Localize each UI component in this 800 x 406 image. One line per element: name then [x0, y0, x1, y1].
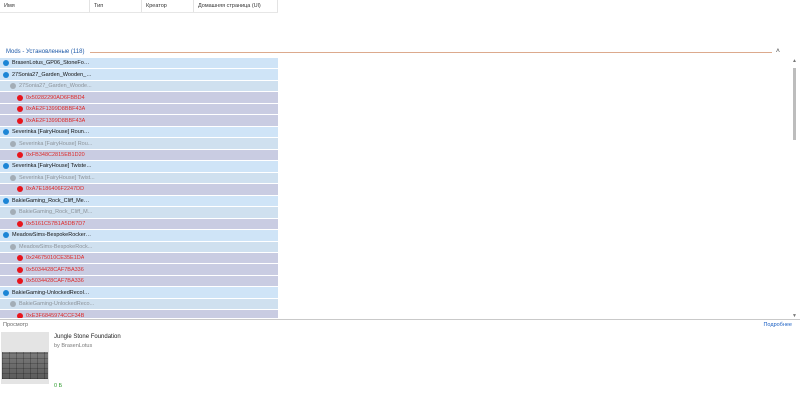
- row-label: BakieGaming_Rock_Cliff_Medi...: [12, 197, 92, 204]
- mod-status-icon: [3, 232, 9, 239]
- row-label: 0xA7E186406F2247DD: [26, 186, 85, 193]
- details-link[interactable]: Подробнее: [763, 322, 792, 328]
- resource-conflict-icon: [17, 255, 23, 262]
- pane-divider[interactable]: [0, 319, 800, 320]
- row-label: Severinka [FairyHouse] Round ...: [12, 129, 92, 136]
- scrollbar-thumb[interactable]: [793, 68, 796, 140]
- row-label: BakieGaming-UnlockedReco...: [19, 301, 95, 308]
- file-row[interactable]: 27Sonia27_Garden_Woode...: [0, 80, 278, 93]
- row-label: Severinka [FairyHouse] Rou...: [19, 140, 93, 147]
- file-row[interactable]: BakieGaming-UnlockedReco...: [0, 298, 278, 311]
- file-row[interactable]: MeadowSims-BespokeRock...: [0, 241, 278, 253]
- column-type[interactable]: Тип: [90, 0, 142, 12]
- resource-conflict-icon: [17, 312, 23, 318]
- mod-row[interactable]: Severinka [FairyHouse] Twisted...: [0, 161, 278, 173]
- resource-conflict-icon: [17, 186, 23, 193]
- resource-row[interactable]: 0xFB348C2815EB1D20: [0, 149, 278, 162]
- group-header[interactable]: Mods - Установленные (118) ˄: [0, 47, 780, 57]
- file-status-icon: [10, 301, 16, 308]
- scrollbar[interactable]: ▲ ▼: [791, 58, 798, 320]
- row-label: Severinka [FairyHouse] Twisted...: [12, 163, 92, 170]
- file-status-icon: [10, 243, 16, 250]
- mod-status-icon: [3, 71, 9, 78]
- preview-creator: by BrasenLotus: [54, 343, 93, 349]
- mod-row[interactable]: BakieGaming_Rock_Cliff_Medi...: [0, 195, 278, 208]
- file-row[interactable]: Severinka [FairyHouse] Rou...: [0, 138, 278, 150]
- row-label: 0x5034428CAF7BA336: [26, 266, 84, 273]
- row-label: BakieGaming-UnlockedRecolor...: [12, 289, 92, 296]
- row-label: 0xAE2F1399D8BBF43A: [26, 117, 86, 124]
- file-status-icon: [10, 174, 16, 181]
- mod-status-icon: [3, 163, 9, 170]
- mod-row[interactable]: Severinka [FairyHouse] Round ...: [0, 126, 278, 139]
- preview-label: Просмотр: [3, 322, 29, 328]
- resource-conflict-icon: [17, 106, 23, 113]
- chevron-up-icon[interactable]: ˄: [776, 47, 780, 57]
- mod-status-icon: [3, 197, 9, 204]
- resource-conflict-icon: [17, 117, 23, 124]
- row-label: 27Sonia27_Garden_Woode...: [19, 83, 92, 90]
- resource-row[interactable]: 0xAE2F1399D8BBF43A: [0, 115, 278, 127]
- resource-row[interactable]: 0x50282290AD6FBBD4: [0, 92, 278, 104]
- resource-row[interactable]: 0x5034428CAF7BA336: [0, 264, 278, 276]
- file-status-icon: [10, 83, 16, 90]
- mod-status-icon: [3, 289, 9, 296]
- file-row[interactable]: Severinka [FairyHouse] Twist...: [0, 172, 278, 185]
- resource-row[interactable]: 0xA7E186406F2247DD: [0, 184, 278, 196]
- row-label: BakieGaming_Rock_Cliff_M...: [19, 209, 93, 216]
- file-status-icon: [10, 209, 16, 216]
- mod-status-icon: [3, 129, 9, 136]
- resource-row[interactable]: 0xAE2F1399D8BBF43A: [0, 103, 278, 116]
- mod-row[interactable]: MeadowSims-BespokeRocker (1): [0, 230, 278, 242]
- row-label: 0xE3F6845974CCF34B: [26, 312, 85, 318]
- row-label: MeadowSims-BespokeRocker (1): [12, 232, 92, 239]
- column-homepage[interactable]: Домашняя страница (Ul): [194, 0, 278, 12]
- row-label: 0x50282290AD6FBBD4: [26, 94, 85, 101]
- group-title: Mods - Установленные (118): [6, 49, 85, 55]
- row-label: 0xFB348C2815EB1D20: [26, 151, 85, 158]
- mod-thumbnail: [1, 332, 49, 384]
- mod-list[interactable]: BrasenLotus_GP06_StoneFoun... 27Sonia27_G…: [0, 58, 278, 318]
- row-label: 0x24675010CE35E1DA: [26, 255, 85, 262]
- resource-row[interactable]: 0x5034428CAF7BA336: [0, 275, 278, 288]
- mod-status-icon: [3, 60, 9, 67]
- row-label: MeadowSims-BespokeRock...: [19, 243, 93, 250]
- row-label: 0x5034428CAF7BA336: [26, 278, 84, 285]
- column-name[interactable]: Имя: [0, 0, 90, 12]
- stone-foundation-image: [2, 352, 48, 379]
- row-label: Severinka [FairyHouse] Twist...: [19, 174, 95, 181]
- file-status-icon: [10, 140, 16, 147]
- resource-conflict-icon: [17, 266, 23, 273]
- resource-conflict-icon: [17, 278, 23, 285]
- row-label: BrasenLotus_GP06_StoneFoun...: [12, 60, 92, 67]
- resource-conflict-icon: [17, 220, 23, 227]
- group-divider: [90, 51, 772, 53]
- scroll-up-icon[interactable]: ▲: [791, 58, 798, 65]
- resource-conflict-icon: [17, 94, 23, 101]
- file-row[interactable]: BakieGaming_Rock_Cliff_M...: [0, 207, 278, 219]
- preview-title: Jungle Stone Foundation: [54, 334, 121, 340]
- preview-size: 0 Б: [54, 383, 63, 389]
- row-label: 27Sonia27_Garden_Wooden_Pot: [12, 71, 92, 78]
- mod-row[interactable]: BrasenLotus_GP06_StoneFoun...: [0, 58, 278, 70]
- resource-row[interactable]: 0x24675010CE35E1DA: [0, 252, 278, 265]
- column-header-bar: Имя Тип Креатор Домашняя страница (Ul): [0, 0, 278, 13]
- resource-row[interactable]: 0xE3F6845974CCF34B: [0, 310, 278, 318]
- resource-row[interactable]: 0x5161C57B1A5DB7D7: [0, 218, 278, 231]
- column-creator[interactable]: Креатор: [142, 0, 194, 12]
- mod-row[interactable]: BakieGaming-UnlockedRecolor...: [0, 287, 278, 299]
- row-label: 0x5161C57B1A5DB7D7: [26, 220, 86, 227]
- resource-conflict-icon: [17, 151, 23, 158]
- row-label: 0xAE2F1399D8BBF43A: [26, 106, 86, 113]
- mod-row[interactable]: 27Sonia27_Garden_Wooden_Pot: [0, 69, 278, 81]
